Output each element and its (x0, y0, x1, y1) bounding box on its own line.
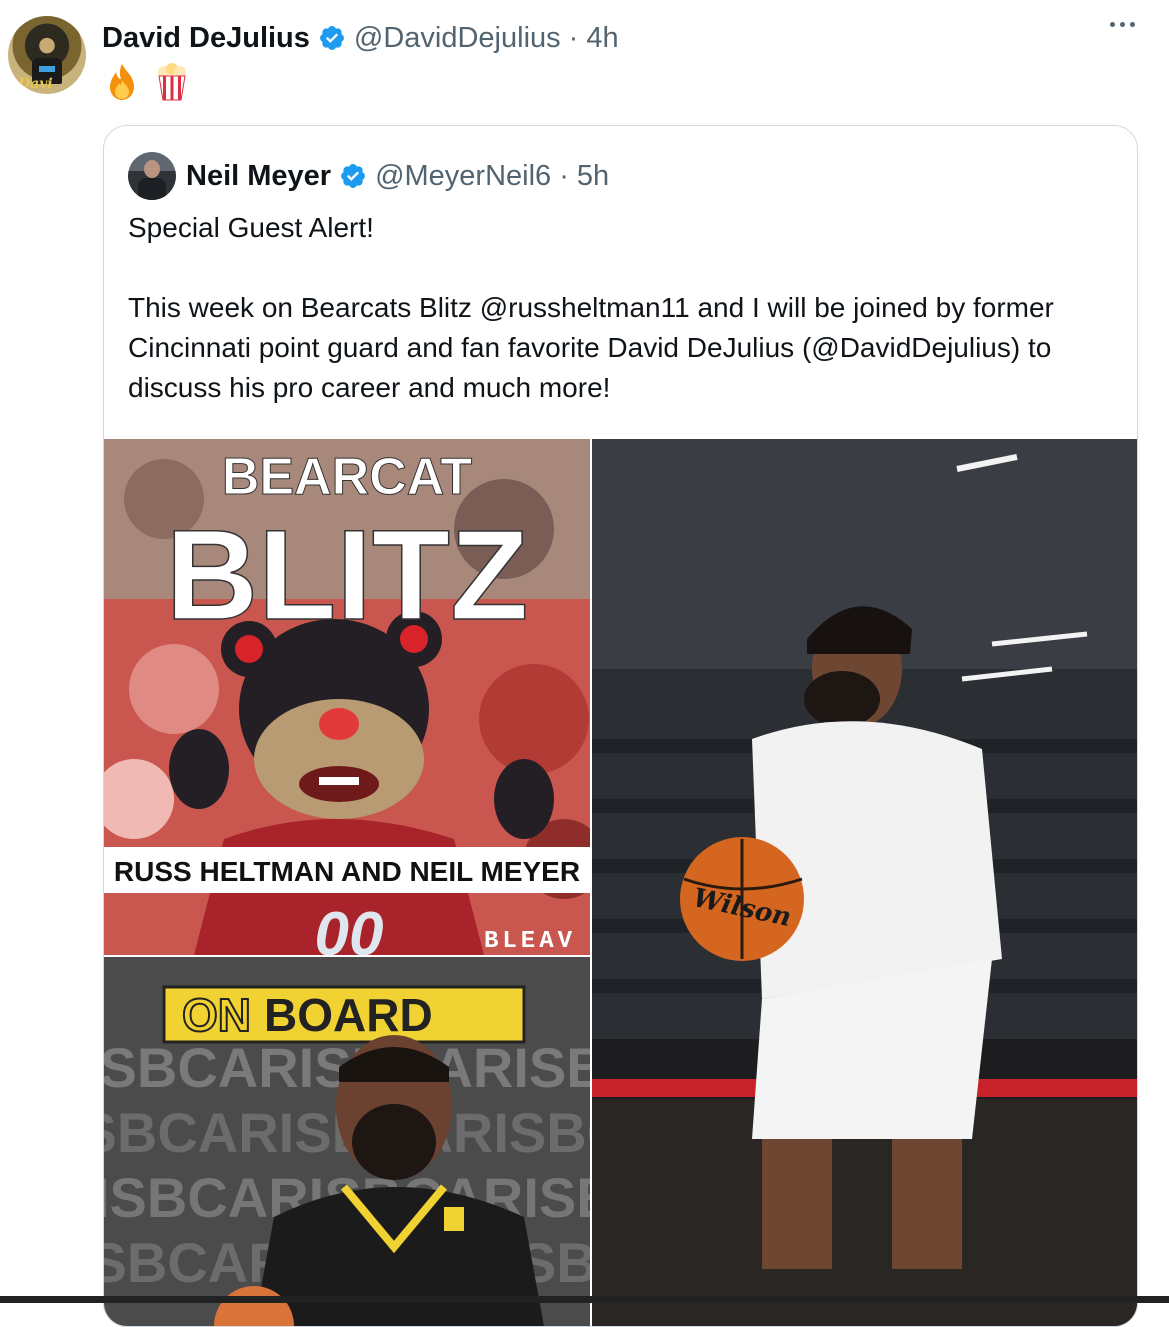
more-options-icon[interactable] (1110, 22, 1135, 27)
tweet-text-emojis (104, 62, 190, 102)
author-name[interactable]: David DeJulius (102, 22, 310, 55)
blitz-subtitle: RUSS HELTMAN AND NEIL MEYER (114, 856, 580, 887)
quoted-author-handle[interactable]: @MeyerNeil6 (375, 160, 551, 193)
quoted-author-avatar[interactable] (128, 152, 176, 200)
quoted-time[interactable]: 5h (577, 160, 609, 193)
author-handle[interactable]: @DavidDejulius (354, 22, 561, 55)
bottom-edge (0, 1296, 1169, 1303)
quoted-author-name[interactable]: Neil Meyer (186, 160, 331, 193)
onboard-outline-text: ON (182, 989, 251, 1041)
avatar-stripe (39, 66, 55, 72)
quoted-tweet[interactable]: Neil Meyer @MeyerNeil6 · 5h Special Gues… (103, 125, 1138, 1327)
quoted-media-grid: BEARCAT BLITZ RUSS HELTMAN AND NEIL MEYE… (104, 439, 1137, 1326)
avatar-signature: Davi (18, 76, 53, 92)
welcome-onboard-image[interactable]: ISBCARISBCARISBCARISBCARIS ISBCARISBCARI… (104, 957, 590, 1326)
blitz-title-small: BEARCAT (222, 448, 473, 506)
bearcat-blitz-image[interactable]: BEARCAT BLITZ RUSS HELTMAN AND NEIL MEYE… (104, 439, 590, 955)
jersey-number: 00 (315, 900, 384, 955)
onboard-solid-text: BOARD (264, 989, 433, 1041)
fire-emoji-icon (110, 64, 134, 100)
player-photo[interactable]: Wilson (592, 439, 1137, 1326)
quoted-text: Special Guest Alert! This week on Bearca… (128, 208, 1118, 408)
verified-badge-icon[interactable] (318, 24, 346, 52)
popcorn-emoji-icon (158, 63, 186, 101)
quoted-header: Neil Meyer @MeyerNeil6 · 5h (186, 156, 609, 196)
bleav-watermark: BLEAV (484, 928, 576, 955)
quoted-text-para2: This week on Bearcats Blitz @russheltman… (128, 292, 1054, 403)
verified-badge-icon[interactable] (339, 162, 367, 190)
separator-dot: · (559, 159, 569, 192)
author-avatar[interactable]: Davi (8, 16, 86, 94)
tweet-time[interactable]: 4h (586, 22, 618, 55)
blitz-title-big: BLITZ (166, 504, 529, 647)
tweet-header: David DeJulius @DavidDejulius · 4h (102, 18, 619, 58)
quoted-text-line1: Special Guest Alert! (128, 212, 374, 243)
separator-dot: · (568, 21, 579, 54)
